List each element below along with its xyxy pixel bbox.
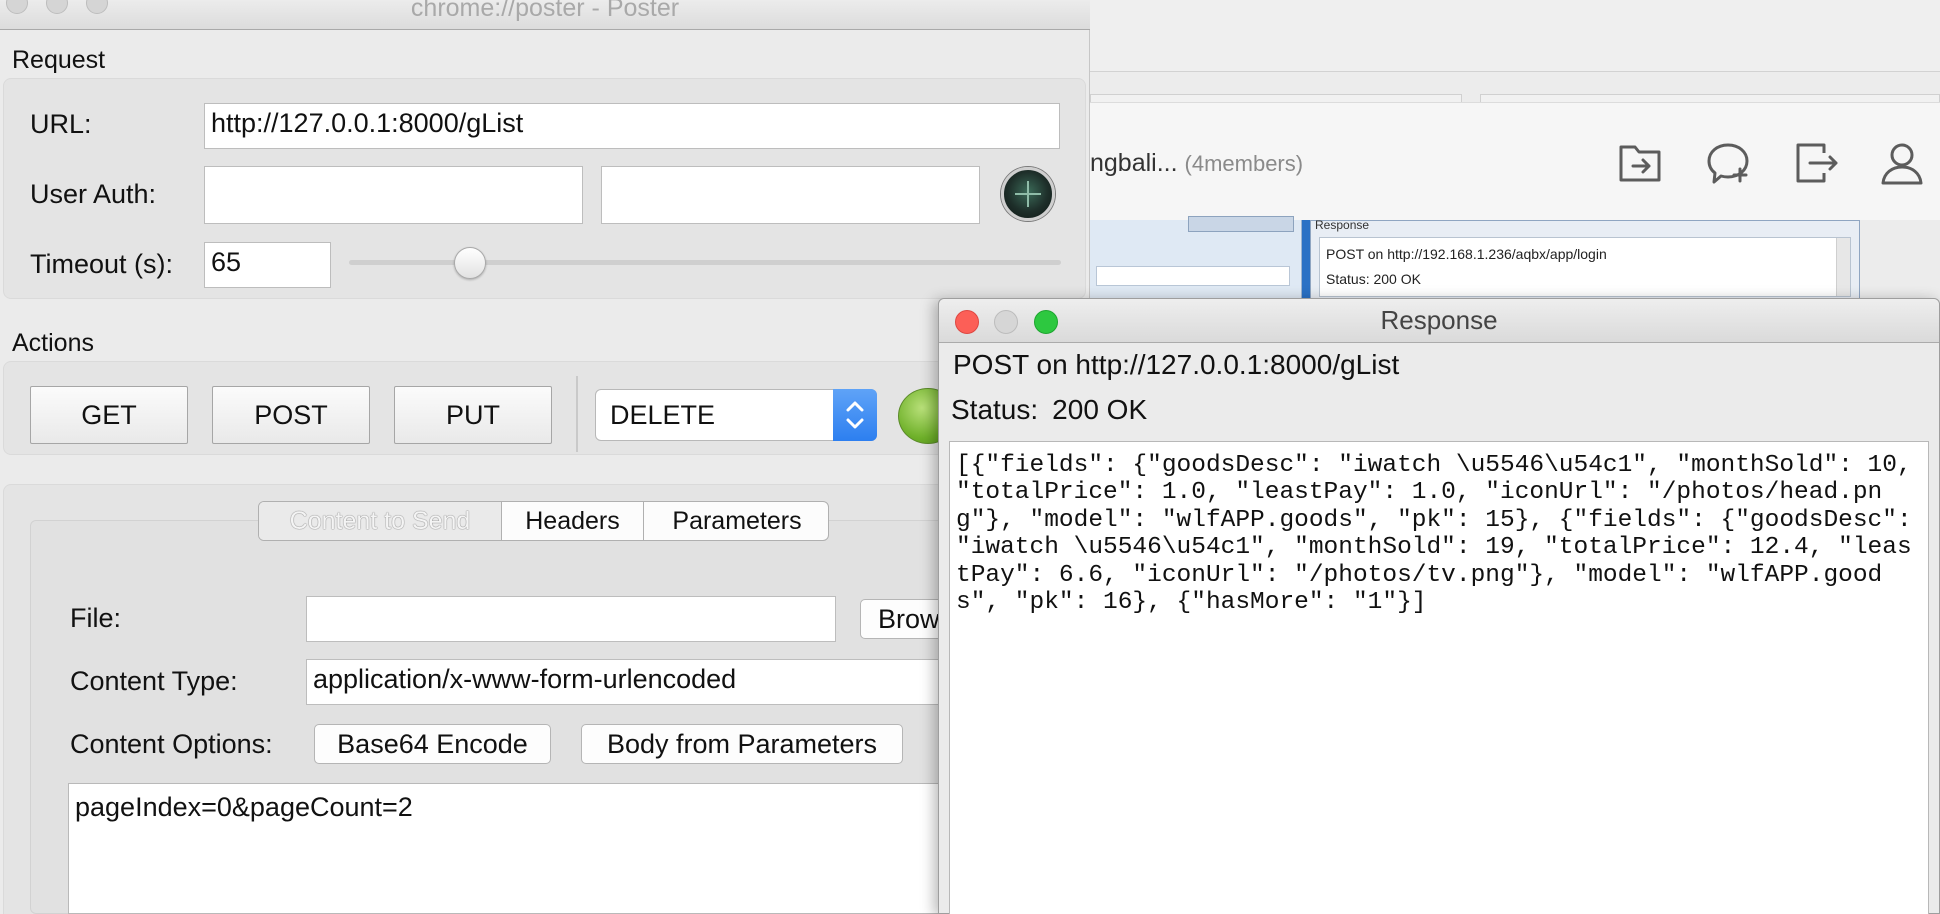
url-input[interactable]: http://127.0.0.1:8000/gList — [204, 103, 1060, 149]
url-label: URL: — [30, 109, 92, 139]
screenshot-response-box: POST on http://192.168.1.236/aqbx/app/lo… — [1319, 237, 1851, 297]
tab-content-to-send[interactable]: Content to Send — [259, 502, 502, 540]
user-profile-icon[interactable] — [1876, 137, 1928, 189]
response-status: Status: 200 OK — [951, 394, 1147, 426]
response-titlebar[interactable]: Response — [939, 299, 1939, 343]
member-count[interactable]: (4members) — [1185, 151, 1304, 176]
method-select[interactable]: DELETE — [595, 389, 877, 441]
screenshot-request-line: POST on http://192.168.1.236/aqbx/app/lo… — [1326, 246, 1607, 262]
conversation-name[interactable]: ngbali... — [1090, 149, 1178, 177]
google-login-button[interactable] — [1001, 167, 1055, 221]
conversation-header: ngbali... (4members) — [1090, 102, 1940, 220]
base64-encode-button[interactable]: Base64 Encode — [314, 724, 551, 764]
request-body-textarea[interactable]: pageIndex=0&pageCount=2 — [68, 783, 1090, 914]
screenshot-field — [1096, 266, 1290, 286]
screenshot-scrollbar — [1836, 238, 1850, 296]
file-input[interactable] — [306, 596, 836, 642]
status-label: Status: — [951, 394, 1039, 425]
put-button[interactable]: PUT — [394, 386, 552, 444]
response-body[interactable]: [{"fields": {"goodsDesc": "iwatch \u5546… — [949, 441, 1929, 914]
response-window-title: Response — [1380, 305, 1498, 335]
response-window: Response POST on http://127.0.0.1:8000/g… — [938, 298, 1940, 914]
post-button[interactable]: POST — [212, 386, 370, 444]
content-type-label: Content Type: — [70, 666, 238, 696]
user-auth-password-input[interactable] — [601, 166, 980, 224]
file-label: File: — [70, 603, 122, 633]
method-select-value: DELETE — [610, 400, 716, 430]
user-auth-username-input[interactable] — [204, 166, 583, 224]
folder-transfer-icon[interactable] — [1615, 137, 1667, 189]
content-tabs: Content to Send Headers Parameters — [258, 501, 829, 541]
tab-parameters[interactable]: Parameters — [644, 502, 828, 540]
timeout-input[interactable]: 65 — [204, 242, 331, 288]
request-section-label: Request — [12, 46, 106, 74]
user-auth-label: User Auth: — [30, 179, 157, 209]
get-button[interactable]: GET — [30, 386, 188, 444]
content-options-label: Content Options: — [70, 729, 273, 759]
actions-separator — [576, 376, 578, 452]
conversation-title: ngbali... (4members) — [1090, 149, 1303, 178]
screenshot-status-line: Status: 200 OK — [1326, 271, 1421, 287]
poster-window: chrome://poster - Poster Request URL: ht… — [0, 0, 1090, 914]
tab-headers[interactable]: Headers — [502, 502, 644, 540]
background-toolbar — [1090, 0, 1940, 72]
chat-bubble-add-icon[interactable] — [1702, 137, 1754, 189]
poster-titlebar[interactable]: chrome://poster - Poster — [0, 0, 1090, 30]
body-from-parameters-button[interactable]: Body from Parameters — [581, 724, 903, 764]
timeout-slider-knob[interactable] — [454, 247, 487, 279]
window-title: chrome://poster - Poster — [410, 0, 680, 22]
exit-group-icon[interactable] — [1790, 137, 1842, 189]
chevron-up-down-icon[interactable] — [833, 389, 877, 441]
screenshot-window-buttons — [1188, 216, 1294, 232]
response-request-line: POST on http://127.0.0.1:8000/gList — [953, 349, 1400, 380]
status-value: 200 OK — [1052, 394, 1148, 425]
timeout-label: Timeout (s): — [30, 249, 174, 279]
actions-section-label: Actions — [12, 329, 94, 357]
screenshot-response-title: Response — [1315, 218, 1370, 232]
